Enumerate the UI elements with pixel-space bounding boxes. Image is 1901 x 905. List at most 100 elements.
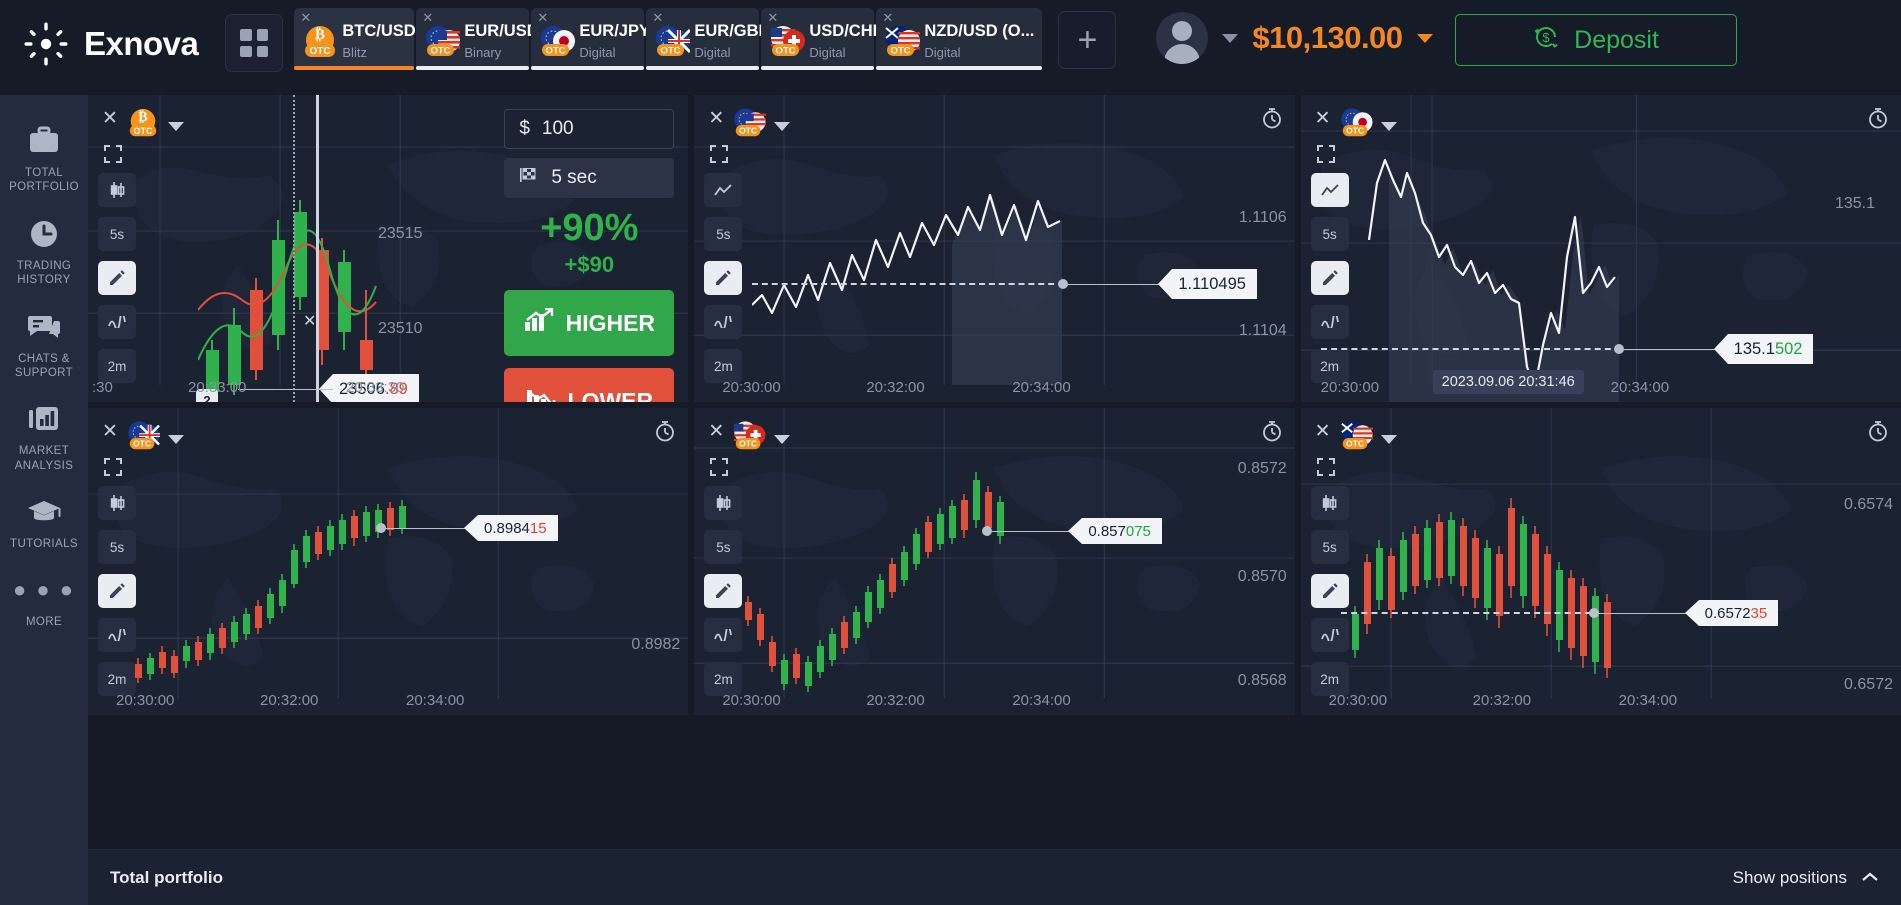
stopwatch-icon[interactable]: [1261, 420, 1283, 442]
current-price-line: [992, 531, 1071, 532]
trade-amount-input[interactable]: $ 100: [504, 109, 675, 149]
current-price-tag: 135.1 502: [1713, 334, 1814, 364]
grid-layout-icon[interactable]: [225, 14, 284, 72]
asset-tab-type: Digital: [694, 45, 731, 60]
candlestick-series: [198, 200, 377, 402]
account-dropdown-icon[interactable]: [1222, 33, 1239, 43]
asset-tab-nzd-usd[interactable]: ✕ OTC NZD/USD (O... Digital: [876, 8, 1043, 70]
chat-bubbles-icon: [4, 310, 84, 344]
chart-panel-nzd-usd[interactable]: ✕ OTC 5s 2m 0.6572 35 0.6574 0.6572 20:3…: [1300, 408, 1901, 715]
sidebar-item-more[interactable]: ● ● ● MORE: [0, 562, 88, 640]
timeframe-5s-button[interactable]: 5s: [98, 217, 136, 251]
expand-icon[interactable]: [708, 143, 730, 165]
close-icon[interactable]: ✕: [537, 11, 548, 24]
svg-text:OTC: OTC: [776, 46, 796, 57]
stopwatch-icon[interactable]: [1867, 420, 1889, 442]
time-axis-label: 20:33:30: [346, 379, 405, 396]
expand-icon[interactable]: [102, 143, 124, 165]
expand-icon[interactable]: [708, 456, 730, 478]
trade-expiration-input[interactable]: 5 sec: [504, 158, 675, 198]
time-axis-label: 20:32:00: [866, 379, 925, 396]
lower-button[interactable]: LOWER: [504, 368, 675, 402]
panel-asset-selector[interactable]: OTC: [1339, 420, 1397, 459]
asset-tab-type: Binary: [464, 45, 502, 60]
svg-text:₿: ₿: [315, 27, 325, 43]
panel-asset-selector[interactable]: ₿ OTC: [126, 107, 184, 146]
brand-logo[interactable]: Exnova: [22, 20, 199, 68]
chevron-down-icon[interactable]: [1380, 122, 1397, 131]
close-icon[interactable]: ✕: [652, 11, 663, 24]
chart-panel-usd-chf[interactable]: ✕ OTC 5s 2m 0.857 075 0.8572 0.8570 0.85…: [694, 408, 1295, 715]
chart-panel-eur-usd[interactable]: ✕ OTC 5s 2m 1.110495 1.1106 1.1104 20:30…: [694, 95, 1295, 402]
graduation-cap-icon: [4, 495, 84, 529]
panel-asset-selector[interactable]: OTC: [126, 420, 184, 459]
show-positions-control[interactable]: Show positions: [1733, 868, 1879, 888]
stopwatch-icon[interactable]: [1261, 107, 1283, 129]
higher-label: HIGHER: [565, 309, 656, 336]
indicator-icon[interactable]: [98, 305, 136, 339]
stopwatch-icon[interactable]: [654, 420, 676, 442]
sidebar-item-market-analysis[interactable]: MARKET ANALYSIS: [0, 391, 88, 484]
sidebar-label: TOTAL PORTFOLIO: [9, 167, 79, 194]
timeframe-5s-button[interactable]: 5s: [704, 217, 743, 251]
timeframe-2m-button[interactable]: 2m: [98, 349, 136, 383]
panel-asset-selector[interactable]: OTC: [732, 420, 791, 459]
balance-dropdown-icon[interactable]: [1416, 33, 1433, 43]
total-portfolio-label: Total portfolio: [110, 867, 223, 887]
candles-icon[interactable]: [98, 173, 136, 207]
bottom-bar: Total portfolio Show positions: [88, 849, 1901, 905]
user-avatar-icon[interactable]: [1156, 12, 1209, 64]
add-tab-button[interactable]: +: [1058, 11, 1117, 69]
panel-close-icon[interactable]: ✕: [708, 109, 724, 128]
sidebar-item-tutorials[interactable]: TUTORIALS: [0, 484, 88, 562]
time-axis-label: 20:32:00: [260, 692, 319, 709]
chevron-up-icon[interactable]: [1861, 868, 1879, 888]
panel-close-icon[interactable]: ✕: [102, 109, 118, 128]
close-icon[interactable]: ✕: [882, 11, 893, 24]
chart-panel-btc-usd[interactable]: ✕ ₿ OTC 5s 2m ✕ 2 23506 .89 23515 23510 …: [88, 95, 689, 402]
asset-tab-eur-usd[interactable]: ✕ OTC EUR/USD Binary: [416, 8, 539, 70]
price-axis-label: 1.1106: [1238, 209, 1287, 226]
close-icon[interactable]: ✕: [767, 11, 778, 24]
pencil-icon[interactable]: [98, 261, 136, 295]
chevron-down-icon[interactable]: [168, 435, 184, 444]
asset-tab-eur-jpy[interactable]: ✕ OTC EUR/JPY Digital: [531, 8, 650, 70]
chart-panel-eur-gbp[interactable]: ✕ OTC 5s 2m 0.8984 15 0.8982 20:30:00 20…: [88, 408, 689, 715]
sidebar-label: MORE: [25, 616, 63, 629]
stopwatch-icon[interactable]: [1867, 107, 1889, 129]
sidebar-item-chats-support[interactable]: CHATS & SUPPORT: [0, 299, 88, 392]
deposit-label: Deposit: [1574, 25, 1659, 54]
current-price-line: [386, 528, 466, 529]
chart-panel-eur-jpy[interactable]: ✕ OTC 5s 2m 135.1 502 135.1 2023.09.06 2…: [1300, 95, 1901, 402]
timeframe-2m-button[interactable]: 2m: [704, 349, 743, 383]
svg-text:$: $: [1543, 30, 1551, 45]
current-price-tag: 0.6572 35: [1684, 600, 1779, 626]
nzd-usd-otc-icon: OTC: [1339, 420, 1373, 459]
sidebar-item-total-portfolio[interactable]: TOTAL PORTFOLIO: [0, 113, 88, 206]
panel-close-icon[interactable]: ✕: [102, 422, 118, 441]
deposit-button[interactable]: $ Deposit: [1454, 14, 1737, 66]
chevron-down-icon[interactable]: [168, 122, 184, 131]
dollar-refresh-icon: $: [1532, 23, 1560, 58]
chevron-down-icon[interactable]: [1380, 435, 1397, 444]
expand-icon[interactable]: [102, 456, 124, 478]
line-chart-icon[interactable]: [704, 173, 743, 207]
pencil-icon[interactable]: [704, 261, 743, 295]
chevron-down-icon[interactable]: [774, 122, 791, 131]
panel-close-icon[interactable]: ✕: [1315, 422, 1331, 441]
price-head: 0.8984: [484, 519, 530, 537]
panel-close-icon[interactable]: ✕: [1315, 109, 1331, 128]
asset-tab-usd-chf[interactable]: ✕ OTC USD/CHF Digital: [761, 8, 883, 70]
asset-tab-eur-gbp[interactable]: ✕ OTC EUR/GBP Digital: [646, 8, 770, 70]
indicator-icon[interactable]: [704, 305, 743, 339]
close-icon[interactable]: ✕: [422, 11, 433, 24]
higher-button[interactable]: HIGHER: [504, 290, 675, 356]
panel-close-icon[interactable]: ✕: [708, 422, 724, 441]
close-icon[interactable]: ✕: [300, 11, 311, 24]
asset-tab-btc-usd[interactable]: ✕ ₿ OTC BTC/USD Blitz: [294, 8, 416, 70]
nzd-usd-otc-icon: OTC: [884, 24, 921, 60]
expand-icon[interactable]: [1315, 456, 1337, 478]
tab-indicator: [646, 66, 760, 70]
chevron-down-icon[interactable]: [774, 435, 791, 444]
sidebar-item-trading-history[interactable]: TRADING HISTORY: [0, 206, 88, 299]
